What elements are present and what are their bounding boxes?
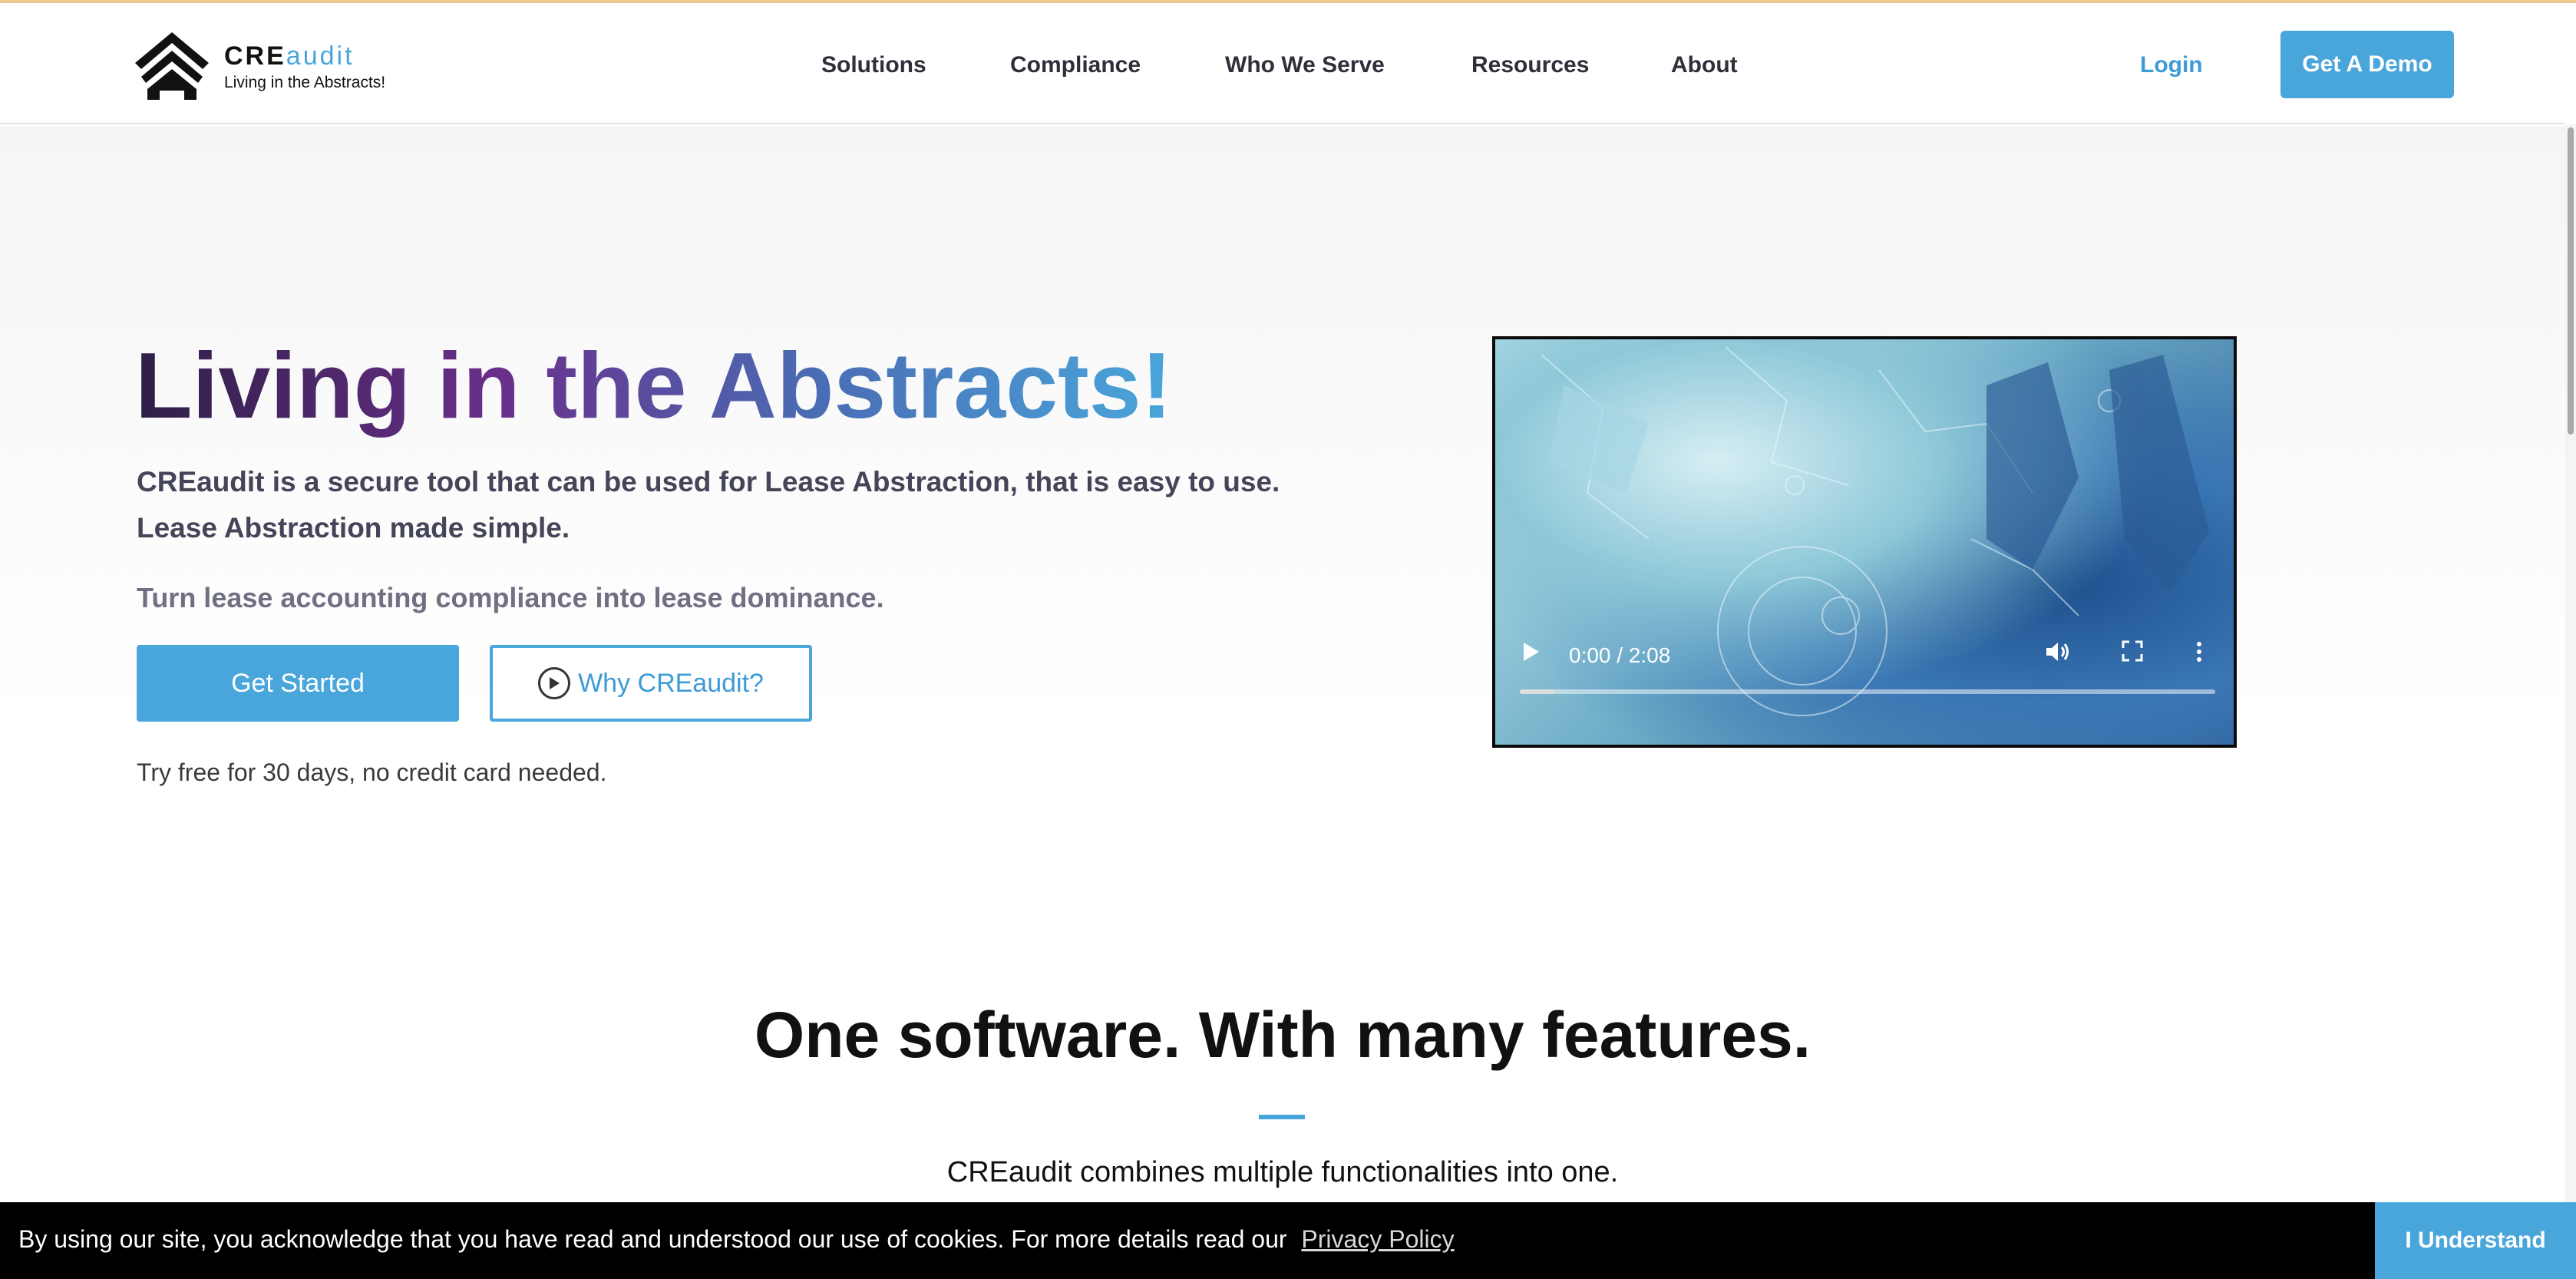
video-poster: 0:00 / 2:08 [1495, 339, 2234, 745]
hero-description: CREaudit is a secure tool that can be us… [137, 466, 1280, 544]
features-subtitle: CREaudit combines multiple functionaliti… [946, 1156, 1619, 1188]
logo-wordmark: CREaudit [224, 41, 355, 71]
why-creaudit-label: Why CREaudit? [578, 668, 764, 698]
site-header: CREaudit Living in the Abstracts! Soluti… [0, 3, 2565, 124]
login-link[interactable]: Login [2140, 52, 2203, 78]
why-creaudit-button[interactable]: Why CREaudit? [490, 645, 812, 722]
nav-compliance[interactable]: Compliance [1010, 52, 1141, 78]
nav-resources[interactable]: Resources [1471, 52, 1589, 78]
hero-section: Living in the Abstracts! CREaudit is a s… [0, 126, 2565, 1201]
play-circle-icon [538, 667, 571, 699]
privacy-policy-link[interactable]: Privacy Policy [1301, 1225, 1454, 1253]
video-player[interactable]: 0:00 / 2:08 [1492, 336, 2237, 748]
video-progress-fill [1520, 689, 1555, 694]
nav-solutions[interactable]: Solutions [821, 52, 926, 78]
features-title: One software. With many features. [754, 999, 1811, 1071]
page-scrollbar-thumb[interactable] [2568, 127, 2574, 435]
logo[interactable]: CREaudit Living in the Abstracts! [132, 29, 408, 103]
cookie-text: By using our site, you acknowledge that … [18, 1225, 1455, 1254]
video-controls: 0:00 / 2:08 [1495, 623, 2234, 692]
house-logo-icon [135, 32, 209, 100]
get-started-button[interactable]: Get Started [137, 645, 459, 722]
video-time: 0:00 / 2:08 [1569, 643, 1671, 667]
features-divider [1259, 1115, 1305, 1119]
cookie-banner: By using our site, you acknowledge that … [0, 1202, 2576, 1279]
video-progress-bar[interactable] [1520, 689, 2215, 694]
cookie-message: By using our site, you acknowledge that … [18, 1225, 1287, 1253]
trial-note: Try free for 30 days, no credit card nee… [137, 758, 607, 786]
cookie-accept-button[interactable]: I Understand [2375, 1202, 2576, 1279]
logo-tagline: Living in the Abstracts! [224, 74, 386, 91]
hero-title: Living in the Abstracts! [135, 333, 1173, 438]
nav-about[interactable]: About [1671, 52, 1738, 78]
get-demo-button[interactable]: Get A Demo [2280, 31, 2454, 98]
nav-who-we-serve[interactable]: Who We Serve [1225, 52, 1385, 78]
hero-subtitle: Turn lease accounting compliance into le… [137, 582, 884, 613]
